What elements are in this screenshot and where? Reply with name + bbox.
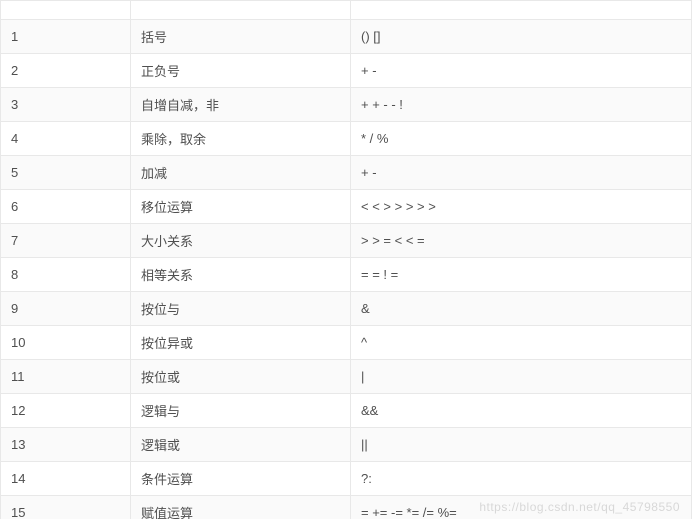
table-row: 6移位运算< < > > > > > <box>1 190 692 224</box>
table-body: 1括号() []2正负号+ -3自增自减，非+ + - - !4乘除，取余* /… <box>1 1 692 519</box>
precedence-number: 8 <box>1 258 131 292</box>
category-name: 自增自减，非 <box>131 88 351 122</box>
header-cell-empty <box>131 1 351 20</box>
category-name: 括号 <box>131 20 351 54</box>
page-container: 1括号() []2正负号+ -3自增自减，非+ + - - !4乘除，取余* /… <box>0 0 692 519</box>
category-name: 按位异或 <box>131 326 351 360</box>
operators: () [] <box>351 20 692 54</box>
header-cell-empty <box>351 1 692 20</box>
operators: < < > > > > > <box>351 190 692 224</box>
precedence-number: 9 <box>1 292 131 326</box>
table-row: 12逻辑与&& <box>1 394 692 428</box>
precedence-number: 11 <box>1 360 131 394</box>
operators: || <box>351 428 692 462</box>
table-header-row <box>1 1 692 20</box>
category-name: 条件运算 <box>131 462 351 496</box>
operators: + + - - ! <box>351 88 692 122</box>
table-row: 9按位与& <box>1 292 692 326</box>
precedence-number: 12 <box>1 394 131 428</box>
operators: * / % <box>351 122 692 156</box>
category-name: 相等关系 <box>131 258 351 292</box>
operators: | <box>351 360 692 394</box>
operators: ?: <box>351 462 692 496</box>
precedence-number: 1 <box>1 20 131 54</box>
precedence-number: 3 <box>1 88 131 122</box>
category-name: 逻辑或 <box>131 428 351 462</box>
operators: & <box>351 292 692 326</box>
operators: + - <box>351 156 692 190</box>
operators: = = ! = <box>351 258 692 292</box>
category-name: 移位运算 <box>131 190 351 224</box>
category-name: 乘除，取余 <box>131 122 351 156</box>
table-row: 10按位异或^ <box>1 326 692 360</box>
table-row: 14条件运算?: <box>1 462 692 496</box>
precedence-number: 14 <box>1 462 131 496</box>
category-name: 逻辑与 <box>131 394 351 428</box>
precedence-number: 7 <box>1 224 131 258</box>
precedence-number: 6 <box>1 190 131 224</box>
category-name: 赋值运算 <box>131 496 351 519</box>
table-row: 4乘除，取余* / % <box>1 122 692 156</box>
precedence-number: 15 <box>1 496 131 519</box>
precedence-number: 5 <box>1 156 131 190</box>
precedence-number: 4 <box>1 122 131 156</box>
header-cell-empty <box>1 1 131 20</box>
table-row: 15赋值运算= += -= *= /= %= <box>1 496 692 519</box>
operators: = += -= *= /= %= <box>351 496 692 519</box>
precedence-number: 10 <box>1 326 131 360</box>
precedence-number: 2 <box>1 54 131 88</box>
category-name: 按位与 <box>131 292 351 326</box>
table-row: 1括号() [] <box>1 20 692 54</box>
category-name: 正负号 <box>131 54 351 88</box>
category-name: 加减 <box>131 156 351 190</box>
operators: ^ <box>351 326 692 360</box>
table-row: 13逻辑或|| <box>1 428 692 462</box>
table-row: 8相等关系= = ! = <box>1 258 692 292</box>
table-row: 7大小关系> > = < < = <box>1 224 692 258</box>
table-row: 2正负号+ - <box>1 54 692 88</box>
category-name: 按位或 <box>131 360 351 394</box>
operator-precedence-table: 1括号() []2正负号+ -3自增自减，非+ + - - !4乘除，取余* /… <box>0 0 692 519</box>
operators: > > = < < = <box>351 224 692 258</box>
table-row: 5加减+ - <box>1 156 692 190</box>
operators: + - <box>351 54 692 88</box>
operators: && <box>351 394 692 428</box>
table-row: 3自增自减，非+ + - - ! <box>1 88 692 122</box>
table-row: 11按位或| <box>1 360 692 394</box>
category-name: 大小关系 <box>131 224 351 258</box>
precedence-number: 13 <box>1 428 131 462</box>
